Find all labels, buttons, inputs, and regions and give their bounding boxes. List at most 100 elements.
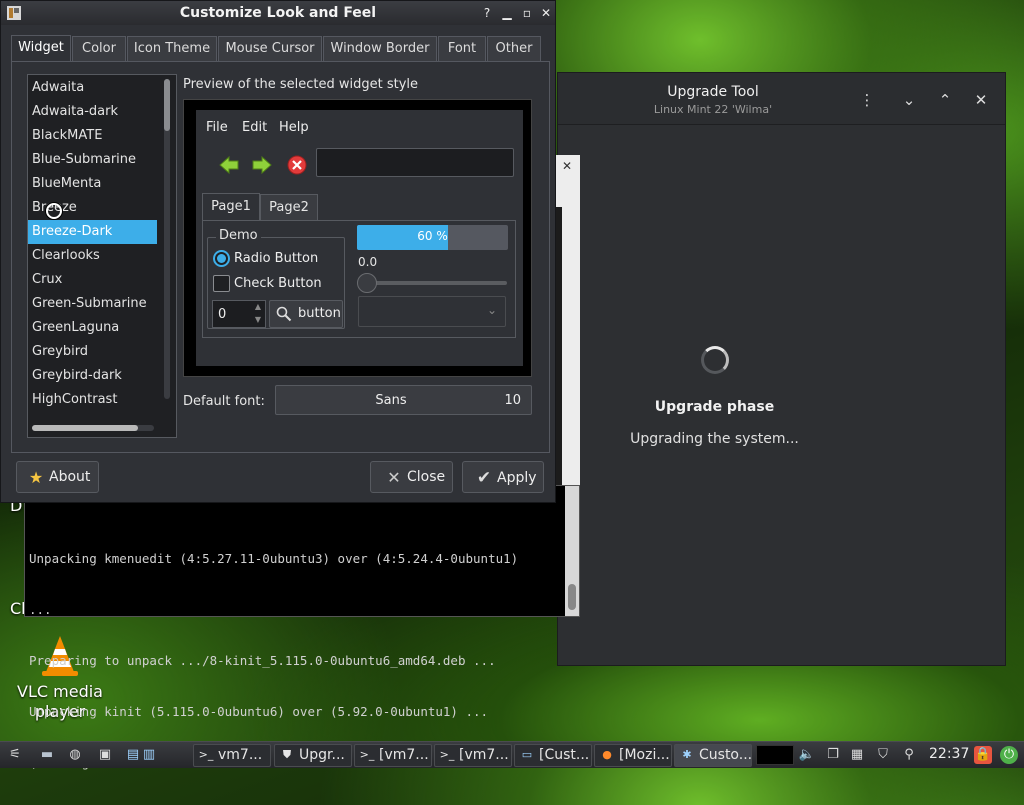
close-x-icon: ✕	[387, 468, 401, 487]
demo-legend: Demo	[216, 228, 261, 243]
back-arrow-icon[interactable]	[218, 154, 240, 176]
theme-item[interactable]: Greybird-dark	[28, 364, 157, 388]
close-icon[interactable]: ✕	[538, 5, 554, 21]
slider-track[interactable]	[365, 281, 507, 285]
maximize-chevron-icon[interactable]: ⌃	[934, 89, 956, 111]
menu-edit[interactable]: Edit	[242, 120, 267, 135]
tab-window-border[interactable]: Window Border	[323, 36, 437, 62]
cpu-monitor-graph	[756, 745, 794, 765]
font-chooser-button[interactable]: Sans 10	[275, 385, 532, 415]
theme-item[interactable]: HighContrast	[28, 388, 157, 412]
stop-icon[interactable]	[286, 154, 308, 176]
theme-list-vscroll[interactable]	[164, 79, 170, 399]
preview-tab-page1[interactable]: Page1	[202, 193, 260, 220]
tab-widget[interactable]: Widget	[11, 35, 71, 62]
theme-item[interactable]: Green-Submarine	[28, 292, 157, 316]
spin-box[interactable]: 0 ▲ ▼	[212, 300, 266, 328]
terminal-window[interactable]: Unpacking kmenuedit (4:5.27.11-0ubuntu3)…	[24, 485, 580, 770]
check-button[interactable]	[213, 275, 230, 292]
theme-item-selected[interactable]: Breeze-Dark	[28, 220, 157, 244]
help-icon[interactable]: ?	[479, 5, 495, 21]
theme-item[interactable]: Blue-Submarine	[28, 148, 157, 172]
theme-list[interactable]: Adwaita Adwaita-dark BlackMATE Blue-Subm…	[27, 74, 177, 438]
forward-arrow-icon[interactable]	[251, 154, 273, 176]
show-desktop-icon[interactable]: ▣	[96, 746, 114, 764]
close-label: Close	[407, 469, 446, 485]
clock[interactable]: 22:37	[929, 746, 969, 762]
background-window-close-icon[interactable]: ✕	[562, 159, 572, 173]
notes-icon[interactable]: ▦	[848, 746, 866, 764]
tab-mouse-cursor[interactable]: Mouse Cursor	[218, 36, 322, 62]
task-terminal-1[interactable]: >_ vm7...	[193, 744, 271, 767]
progress-text: 60 %	[417, 229, 448, 243]
preview-window: File Edit Help Page1 Page2 Demo Radio Bu…	[196, 110, 523, 366]
theme-item[interactable]: Greybird	[28, 340, 157, 364]
lock-icon[interactable]: 🔒	[974, 746, 992, 764]
minimize-icon[interactable]: ▁	[499, 5, 515, 21]
shield-icon: ⛊	[282, 748, 292, 761]
task-terminal-3[interactable]: >_ [vm7...	[434, 744, 512, 767]
task-label: Upgr...	[299, 747, 345, 763]
about-button[interactable]: ★ About	[16, 461, 99, 493]
upgrade-header: Upgrade Tool Linux Mint 22 'Wilma' ⋮ ⌄ ⌃…	[558, 73, 1005, 125]
menu-help[interactable]: Help	[279, 120, 309, 135]
slider-handle[interactable]	[357, 273, 377, 293]
preview-combo-box[interactable]: ⌄	[358, 296, 506, 327]
preview-text-entry[interactable]	[316, 148, 514, 177]
spin-up-icon[interactable]: ▲	[253, 302, 263, 311]
minimize-chevron-icon[interactable]: ⌄	[898, 89, 920, 111]
tab-other[interactable]: Other	[487, 36, 541, 62]
start-menu-icon[interactable]: ⚟	[6, 746, 24, 764]
spin-down-icon[interactable]: ▼	[253, 315, 263, 324]
update-manager-icon[interactable]: ⛉	[874, 746, 892, 764]
apply-button[interactable]: ✔ Apply	[462, 461, 544, 493]
default-font-label: Default font:	[183, 394, 265, 409]
tab-color[interactable]: Color	[72, 36, 126, 62]
terminal-scrollbar-thumb[interactable]	[568, 584, 576, 610]
menu-kebab-icon[interactable]: ⋮	[856, 89, 878, 111]
hscroll-thumb[interactable]	[32, 425, 138, 431]
file-manager-icon[interactable]: ▬	[38, 746, 56, 764]
theme-item[interactable]: BlueMenta	[28, 172, 157, 196]
radio-button[interactable]	[213, 250, 230, 267]
task-terminal-2[interactable]: >_ [vm7...	[354, 744, 432, 767]
workspace-icon[interactable]: ▥	[140, 746, 158, 764]
terminal-scrollbar[interactable]	[565, 486, 579, 616]
upgrade-tool-window: Upgrade Tool Linux Mint 22 'Wilma' ⋮ ⌄ ⌃…	[557, 72, 1006, 666]
theme-item[interactable]: Crux	[28, 268, 157, 292]
tab-icon-theme[interactable]: Icon Theme	[127, 36, 217, 62]
widget-preview: File Edit Help Page1 Page2 Demo Radio Bu…	[183, 99, 532, 377]
preview-button[interactable]: button	[269, 300, 343, 328]
power-icon[interactable]: ⏻	[1000, 746, 1018, 764]
task-customize[interactable]: ▭ [Cust...	[514, 744, 592, 767]
preview-tab-page2[interactable]: Page2	[260, 194, 318, 220]
menu-file[interactable]: File	[206, 120, 228, 135]
checkmark-icon: ✔	[476, 468, 492, 488]
vscroll-thumb[interactable]	[164, 79, 170, 131]
theme-item[interactable]: Adwaita-dark	[28, 100, 157, 124]
task-label: [Cust...	[539, 747, 590, 763]
terminal-line: Unpacking kinit (5.115.0-0ubuntu6) over …	[29, 704, 489, 719]
check-label: Check Button	[234, 276, 322, 291]
browser-globe-icon[interactable]: ◍	[66, 746, 84, 764]
close-button[interactable]: ✕ Close	[370, 461, 453, 493]
task-customize-active[interactable]: ✱ Custo...	[674, 744, 752, 767]
theme-item[interactable]: Clearlooks	[28, 244, 157, 268]
terminal-icon: >_	[359, 748, 375, 761]
task-upgrade[interactable]: ⛊ Upgr...	[274, 744, 352, 767]
theme-item[interactable]: BlackMATE	[28, 124, 157, 148]
theme-list-hscroll[interactable]	[32, 425, 154, 431]
maximize-icon[interactable]: ▫	[519, 5, 535, 21]
volume-icon[interactable]: 🔈	[798, 746, 816, 764]
close-icon[interactable]: ✕	[970, 89, 992, 111]
tab-font[interactable]: Font	[438, 36, 486, 62]
theme-item[interactable]: GreenLaguna	[28, 316, 157, 340]
window-icon: ▭	[521, 748, 533, 761]
task-firefox[interactable]: ● [Mozi...	[594, 744, 672, 767]
clipboard-icon[interactable]: ❐	[824, 746, 842, 764]
network-icon[interactable]: ⚲	[900, 746, 918, 764]
theme-item[interactable]: Adwaita	[28, 76, 157, 100]
preview-tab-panel: Demo Radio Button Check Button 0 ▲ ▼ but…	[202, 220, 516, 338]
task-label: [Mozi...	[619, 747, 670, 763]
dialog-titlebar[interactable]: Customize Look and Feel ? ▁ ▫ ✕	[1, 1, 555, 25]
